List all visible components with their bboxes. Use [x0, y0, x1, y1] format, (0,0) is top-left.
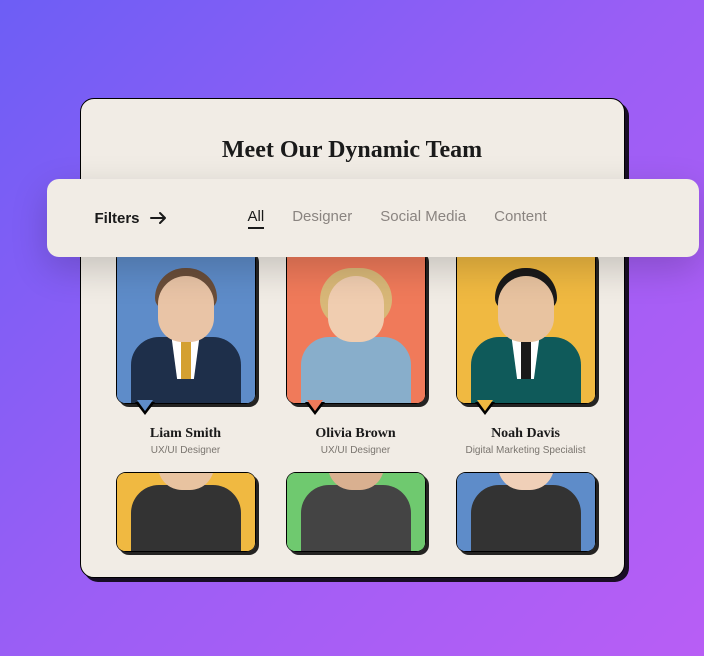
member-photo	[116, 249, 256, 404]
team-card[interactable]	[116, 472, 256, 552]
member-name: Noah Davis	[491, 426, 560, 442]
member-name: Liam Smith	[150, 426, 221, 442]
tab-designer[interactable]: Designer	[292, 208, 352, 229]
page-title: Meet Our Dynamic Team	[81, 99, 624, 164]
team-card[interactable]	[456, 472, 596, 552]
member-name: Olivia Brown	[315, 426, 395, 442]
tab-all[interactable]: All	[248, 208, 265, 229]
filters-label: Filters	[95, 210, 140, 227]
member-role: UX/UI Designer	[151, 445, 220, 456]
team-card[interactable]	[286, 472, 426, 552]
member-photo	[286, 249, 426, 404]
member-photo	[456, 472, 596, 552]
filter-tabs: All Designer Social Media Content	[248, 208, 547, 229]
team-page: Meet Our Dynamic Team Filters All Design…	[80, 98, 625, 578]
team-card[interactable]: Olivia Brown UX/UI Designer	[286, 249, 426, 456]
tab-content[interactable]: Content	[494, 208, 547, 229]
tab-social-media[interactable]: Social Media	[380, 208, 466, 229]
filters-button[interactable]: Filters	[95, 210, 168, 227]
team-card[interactable]: Noah Davis Digital Marketing Specialist	[456, 249, 596, 456]
member-photo	[456, 249, 596, 404]
team-grid: Liam Smith UX/UI Designer Olivia Brown U…	[116, 249, 589, 552]
member-photo	[116, 472, 256, 552]
member-photo	[286, 472, 426, 552]
team-card[interactable]: Liam Smith UX/UI Designer	[116, 249, 256, 456]
member-role: Digital Marketing Specialist	[465, 445, 585, 456]
filter-bar: Filters All Designer Social Media Conten…	[47, 179, 699, 257]
member-role: UX/UI Designer	[321, 445, 390, 456]
arrow-right-icon	[150, 211, 168, 225]
